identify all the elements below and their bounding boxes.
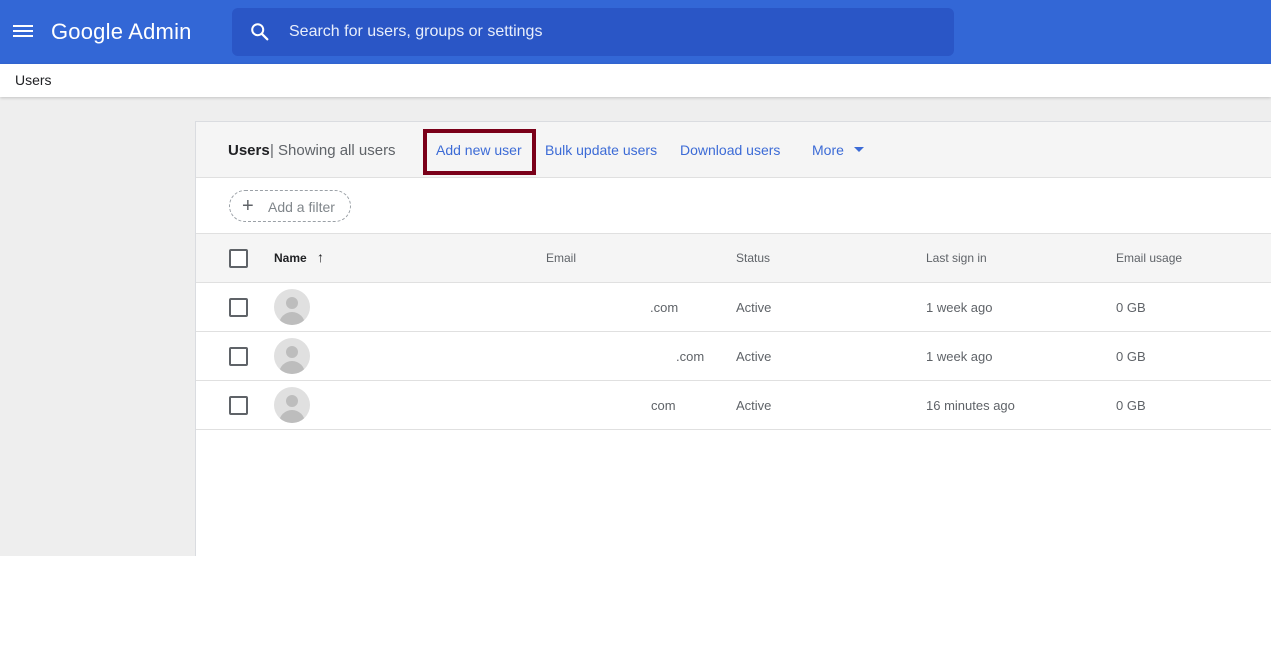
avatar-icon — [274, 338, 310, 374]
user-status: Active — [736, 349, 772, 364]
table-header: Name ↑ Email Status Last sign in Email u… — [196, 234, 1271, 283]
user-status: Active — [736, 398, 772, 413]
row-checkbox[interactable] — [229, 298, 248, 317]
user-email: .com — [650, 300, 679, 315]
breadcrumb: Users — [0, 64, 1271, 97]
user-email-usage: 0 GB — [1116, 349, 1146, 364]
select-all-checkbox[interactable] — [229, 249, 248, 268]
sort-arrow-up-icon[interactable]: ↑ — [317, 249, 324, 265]
user-email-usage: 0 GB — [1116, 300, 1146, 315]
column-header-last-sign-in[interactable]: Last sign in — [926, 251, 987, 265]
avatar-icon — [274, 387, 310, 423]
column-header-email-usage[interactable]: Email usage — [1116, 251, 1182, 265]
search-icon[interactable] — [249, 21, 271, 43]
bulk-update-users-button[interactable]: Bulk update users — [545, 142, 657, 158]
more-menu-button[interactable]: More — [812, 142, 844, 158]
menu-icon[interactable] — [12, 20, 34, 44]
search-bar[interactable] — [232, 8, 954, 56]
add-new-user-button[interactable]: Add new user — [436, 142, 522, 158]
search-input[interactable] — [289, 8, 939, 56]
column-header-status[interactable]: Status — [736, 251, 770, 265]
user-email-usage: 0 GB — [1116, 398, 1146, 413]
row-checkbox[interactable] — [229, 396, 248, 415]
table-row[interactable]: com Active 16 minutes ago 0 GB — [196, 381, 1271, 430]
title-separator: | — [270, 142, 274, 159]
column-header-name[interactable]: Name — [274, 251, 307, 265]
users-panel: Users | Showing all users Add new user B… — [195, 121, 1271, 556]
dropdown-caret-icon[interactable] — [854, 147, 864, 152]
user-last-sign-in: 1 week ago — [926, 300, 993, 315]
download-users-button[interactable]: Download users — [680, 142, 780, 158]
breadcrumb-users[interactable]: Users — [15, 72, 52, 88]
table-row[interactable]: .com Active 1 week ago 0 GB — [196, 283, 1271, 332]
user-last-sign-in: 16 minutes ago — [926, 398, 1015, 413]
user-status: Active — [736, 300, 772, 315]
add-icon: + — [242, 195, 254, 217]
column-header-email[interactable]: Email — [546, 251, 576, 265]
user-last-sign-in: 1 week ago — [926, 349, 993, 364]
app-brand[interactable]: Google Admin — [51, 18, 192, 46]
user-email: .com — [676, 349, 705, 364]
add-filter-label: Add a filter — [268, 199, 335, 215]
filter-bar: + Add a filter — [196, 178, 1271, 234]
panel-subtitle: Showing all users — [278, 142, 396, 159]
table-row[interactable]: .com Active 1 week ago 0 GB — [196, 332, 1271, 381]
avatar-icon — [274, 289, 310, 325]
row-checkbox[interactable] — [229, 347, 248, 366]
panel-header: Users | Showing all users Add new user B… — [196, 122, 1271, 178]
user-email: com — [651, 398, 676, 413]
panel-title: Users — [228, 142, 270, 159]
add-filter-button[interactable]: + Add a filter — [229, 190, 351, 222]
top-app-bar: Google Admin — [0, 0, 1271, 64]
